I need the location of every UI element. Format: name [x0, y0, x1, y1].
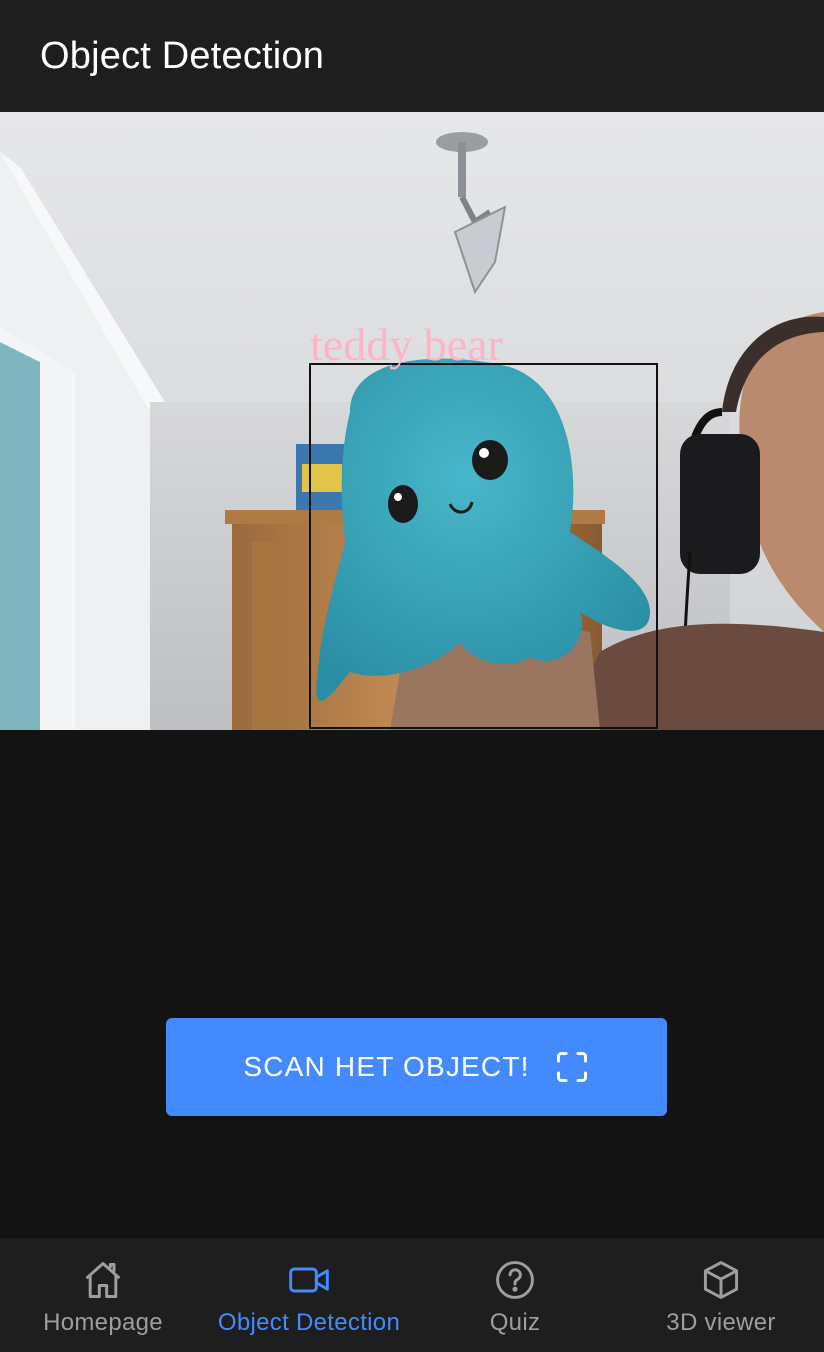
camera-preview: teddy bear	[0, 112, 824, 730]
video-camera-icon	[289, 1267, 329, 1293]
scan-frame-icon	[556, 1052, 587, 1082]
camera-frame: teddy bear	[0, 112, 824, 730]
scan-object-button[interactable]: SCAN HET OBJECT!	[166, 1018, 667, 1116]
app-bar: Object Detection	[0, 0, 824, 112]
nav-label: Homepage	[43, 1309, 163, 1336]
nav-item-object-detection[interactable]: Object Detection	[206, 1238, 412, 1352]
cube-icon	[703, 1261, 739, 1299]
nav-item-quiz[interactable]: Quiz	[412, 1238, 618, 1352]
nav-item-3d-viewer[interactable]: 3D viewer	[618, 1238, 824, 1352]
nav-label: 3D viewer	[666, 1309, 776, 1336]
nav-item-homepage[interactable]: Homepage	[0, 1238, 206, 1352]
bottom-navigation: Homepage Object Detection Quiz 3D viewer	[0, 1238, 824, 1352]
detection-label: teddy bear	[310, 319, 503, 370]
nav-label: Object Detection	[217, 1309, 401, 1336]
home-icon	[85, 1262, 121, 1298]
scan-button-label: SCAN HET OBJECT!	[243, 1051, 530, 1082]
page-title: Object Detection	[40, 35, 325, 77]
nav-label: Quiz	[489, 1309, 541, 1336]
help-circle-icon	[496, 1261, 534, 1299]
